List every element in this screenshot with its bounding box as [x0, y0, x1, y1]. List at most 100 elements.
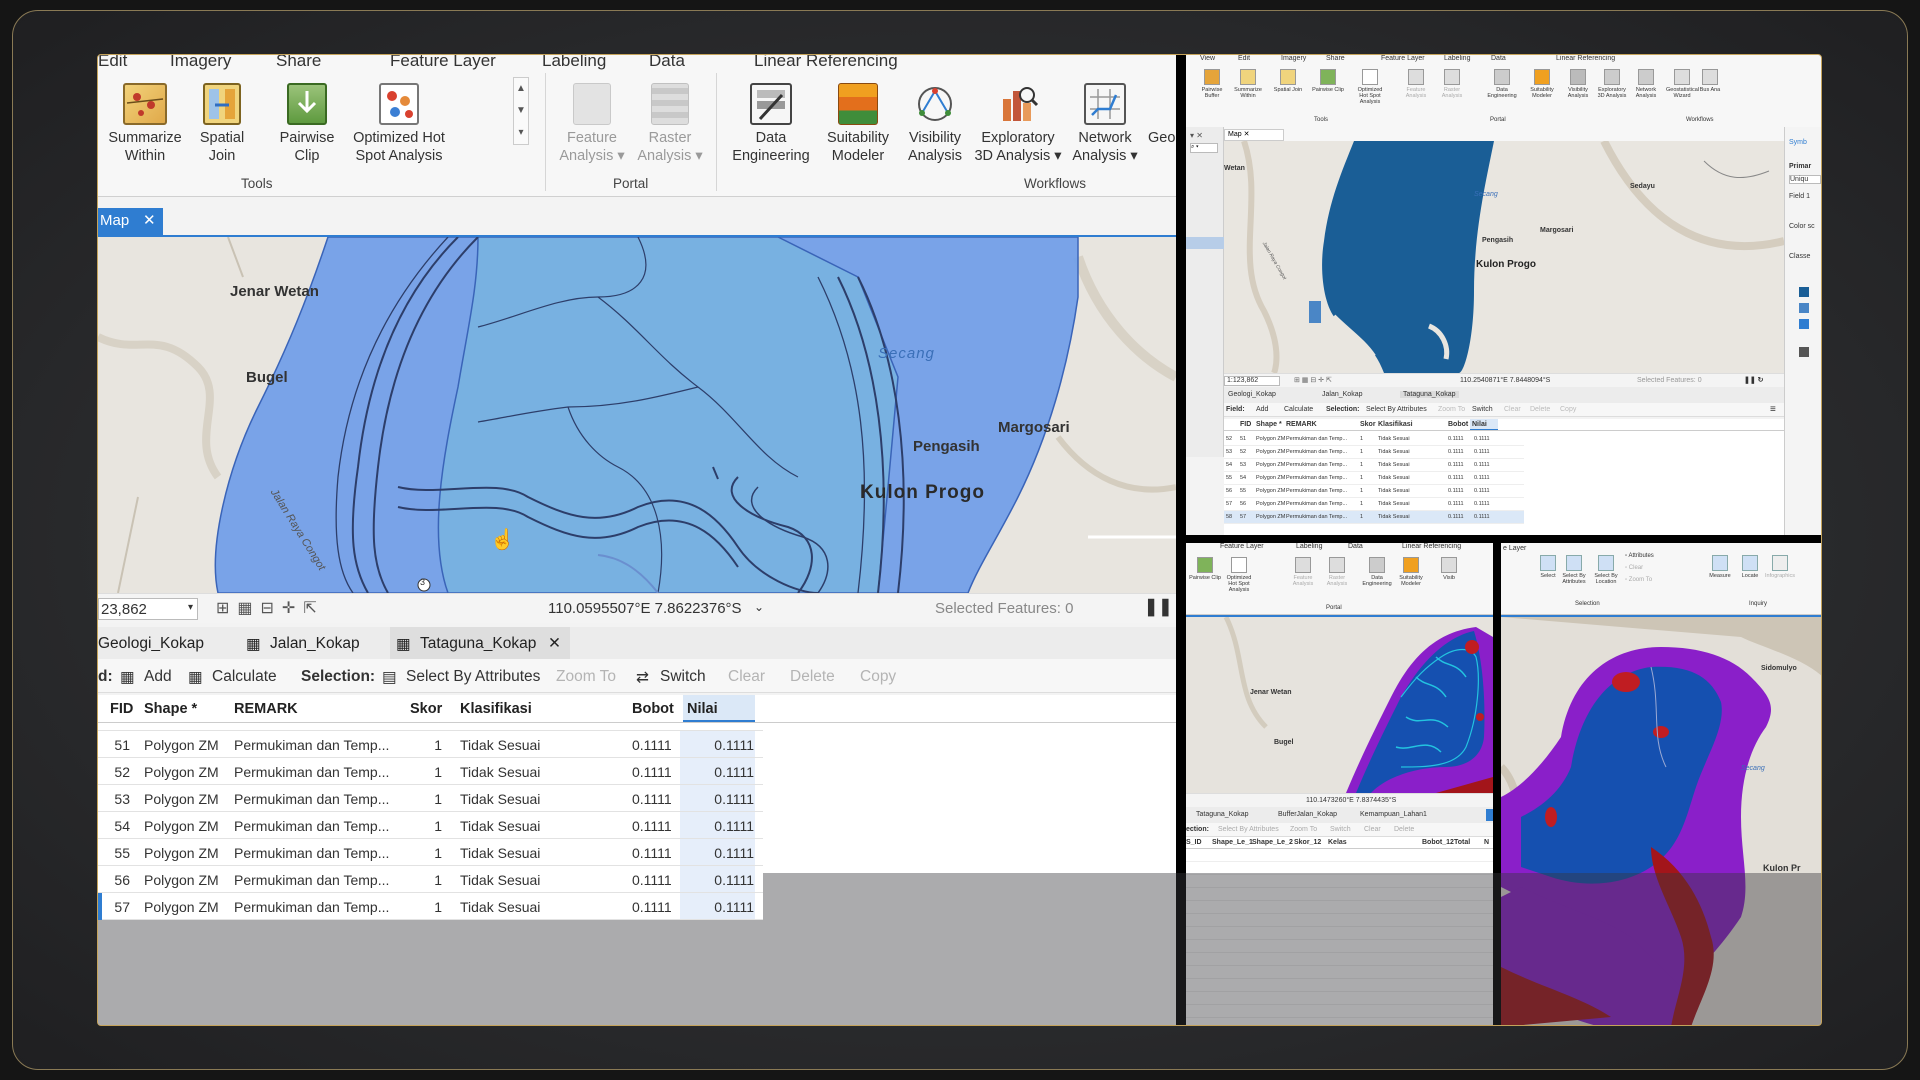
tr-table-cell[interactable]: Polygon ZM — [1256, 501, 1285, 507]
tr-tab-map[interactable]: Map ✕ — [1224, 129, 1284, 141]
tr-tool-button[interactable]: Optimized Hot Spot Analysis — [1354, 69, 1386, 105]
tr-delete[interactable]: Delete — [1530, 406, 1550, 413]
tr-table-cell[interactable]: 0.1111 — [1448, 449, 1464, 455]
cell-remark[interactable]: Permukiman dan Temp... — [234, 845, 389, 861]
tr-col-skor[interactable]: Skor — [1360, 421, 1376, 428]
tr-table-cell[interactable]: 0.1111 — [1448, 462, 1464, 468]
tr-table-row[interactable]: 54 53 Polygon ZM Permukiman dan Temp... 1 Tid… — [1224, 459, 1524, 472]
br-tool-button[interactable]: Measure — [1705, 555, 1735, 579]
tr-table-tab-jalan[interactable]: Jalan_Kokap — [1322, 391, 1362, 398]
tab-share[interactable]: Share — [276, 55, 321, 71]
cell-fid[interactable]: 52 — [110, 764, 130, 780]
cell-bobot[interactable]: 0.1111 — [632, 899, 672, 915]
bm-tab-feature-layer[interactable]: Feature Layer — [1220, 543, 1264, 550]
tr-tool-button[interactable]: Pairwise Clip — [1312, 69, 1344, 93]
tr-table-cell[interactable]: 0.1111 — [1474, 449, 1490, 455]
br-tool-button[interactable]: Select By Attributes — [1559, 555, 1589, 585]
tr-table-cell[interactable]: 0.1111 — [1448, 475, 1464, 481]
tr-table-cell[interactable]: 56 — [1226, 488, 1232, 494]
tr-table-cell[interactable]: 0.1111 — [1474, 462, 1490, 468]
bm-col-bobot-12[interactable]: Bobot_12 — [1422, 839, 1454, 846]
tr-table-cell[interactable]: 57 — [1240, 514, 1246, 520]
cell-skor[interactable]: 1 — [416, 845, 442, 861]
table-row[interactable]: 54 Polygon ZM Permukiman dan Temp... 1 Tidak… — [98, 812, 763, 839]
map-view[interactable]: Jenar Wetan Bugel Secang Margosari Penga… — [98, 237, 1176, 593]
cell-remark[interactable]: Permukiman dan Temp... — [234, 791, 389, 807]
cell-nilai[interactable]: 0.1111 — [684, 737, 754, 753]
cell-remark[interactable]: Permukiman dan Temp... — [234, 818, 389, 834]
tr-table-cell[interactable]: Permukiman dan Temp... — [1286, 436, 1347, 442]
cell-shape[interactable]: Polygon ZM — [144, 899, 219, 915]
tr-table-cell[interactable]: Tidak Sesuai — [1378, 488, 1410, 494]
table-row[interactable]: 53 Polygon ZM Permukiman dan Temp... 1 Tidak… — [98, 785, 763, 812]
bm-tool-button[interactable]: Feature Analysis — [1286, 557, 1320, 587]
cell-bobot[interactable]: 0.1111 — [632, 764, 672, 780]
column-remark[interactable]: REMARK — [234, 701, 298, 717]
bm-tool-button[interactable]: Suitability Modeler — [1394, 557, 1428, 587]
tr-add-button[interactable]: Add — [1256, 406, 1268, 413]
tr-table-cell[interactable]: 1 — [1360, 449, 1363, 455]
tr-table-cell[interactable]: 54 — [1226, 462, 1232, 468]
cell-bobot[interactable]: 0.1111 — [632, 818, 672, 834]
tr-table-cell[interactable]: Tidak Sesuai — [1378, 462, 1410, 468]
br-tool-button[interactable]: Select By Location — [1591, 555, 1621, 585]
switch-button[interactable]: Switch — [660, 668, 706, 686]
bm-col-sid[interactable]: S_ID — [1186, 839, 1202, 846]
bm-table-tab-kemampuan[interactable]: Kemampuan_Lahan1 — [1360, 811, 1427, 818]
tr-zoom-to[interactable]: Zoom To — [1438, 406, 1465, 413]
bm-switch[interactable]: Switch — [1330, 826, 1351, 833]
tab-feature-layer[interactable]: Feature Layer — [390, 55, 496, 71]
tr-table-cell[interactable]: Tidak Sesuai — [1378, 475, 1410, 481]
table-tab-jalan[interactable]: Jalan_Kokap — [270, 635, 360, 653]
br-tool-button[interactable]: Locate — [1735, 555, 1765, 579]
tr-table-cell[interactable]: Tidak Sesuai — [1378, 514, 1410, 520]
add-field-button[interactable]: Add — [144, 668, 172, 686]
bm-table-tab-tataguna[interactable]: Tataguna_Kokap — [1196, 811, 1249, 818]
tr-col-bobot[interactable]: Bobot — [1448, 421, 1468, 428]
tab-imagery[interactable]: Imagery — [170, 55, 231, 71]
cell-nilai[interactable]: 0.1111 — [684, 899, 754, 915]
cell-klas[interactable]: Tidak Sesuai — [460, 737, 540, 753]
bm-zoom-to[interactable]: Zoom To — [1290, 826, 1317, 833]
tr-table-cell[interactable]: 55 — [1226, 475, 1232, 481]
tr-tab-edit[interactable]: Edit — [1238, 55, 1250, 62]
exploratory-3d-button[interactable]: Exploratory 3D Analysis ▾ — [972, 83, 1064, 165]
tr-tool-button[interactable]: Summarize Within — [1232, 69, 1264, 99]
cell-fid[interactable]: 53 — [110, 791, 130, 807]
cell-skor[interactable]: 1 — [416, 818, 442, 834]
table-row[interactable]: 52 Polygon ZM Permukiman dan Temp... 1 Tidak… — [98, 758, 763, 785]
tr-status-tool-icons[interactable]: ⊞ ▦ ⊟ ✛ ⇱ — [1294, 376, 1332, 384]
tr-col-fid[interactable]: FID — [1240, 421, 1251, 428]
cell-remark[interactable]: Permukiman dan Temp... — [234, 899, 389, 915]
bm-delete[interactable]: Delete — [1394, 826, 1414, 833]
pause-icon[interactable]: ❚❚ ↻ — [1744, 376, 1764, 384]
tr-map-view[interactable]: Wetan Secang Sedayu Pengasih Margosari K… — [1224, 141, 1784, 373]
bm-tool-button[interactable]: Data Engineering — [1360, 557, 1394, 587]
optimized-hot-spot-button[interactable]: Optimized Hot Spot Analysis — [351, 83, 447, 165]
menu-icon[interactable]: ≡ — [1770, 404, 1776, 415]
cell-nilai[interactable]: 0.1111 — [684, 845, 754, 861]
clear-button[interactable]: Clear — [728, 668, 765, 686]
tr-table-cell[interactable]: Tidak Sesuai — [1378, 501, 1410, 507]
cell-shape[interactable]: Polygon ZM — [144, 764, 219, 780]
br-map-view[interactable]: Sidomulyo Secang Kulon Pr — [1501, 617, 1821, 1025]
cell-nilai[interactable]: 0.1111 — [684, 764, 754, 780]
tr-table-cell[interactable]: 0.1111 — [1474, 501, 1490, 507]
tr-table-cell[interactable]: 0.1111 — [1474, 514, 1490, 520]
bm-col-n[interactable]: N — [1484, 839, 1489, 846]
tr-table-cell[interactable]: 53 — [1240, 462, 1246, 468]
tr-table-cell[interactable]: 57 — [1226, 501, 1232, 507]
tr-table-cell[interactable]: Polygon ZM — [1256, 475, 1285, 481]
visibility-analysis-button[interactable]: Visibility Analysis — [902, 83, 968, 165]
tr-tool-button[interactable]: Pairwise Buffer — [1196, 69, 1228, 99]
tr-table-cell[interactable]: 1 — [1360, 488, 1363, 494]
summarize-within-button[interactable]: Summarize Within — [104, 83, 186, 165]
tr-table-row[interactable]: 53 52 Polygon ZM Permukiman dan Temp... 1 Tid… — [1224, 446, 1524, 459]
tr-table-cell[interactable]: 1 — [1360, 501, 1363, 507]
tr-table-cell[interactable]: Polygon ZM — [1256, 449, 1285, 455]
tr-table-tab-tataguna[interactable]: Tataguna_Kokap — [1400, 391, 1459, 398]
bm-tool-button[interactable]: Pairwise Clip — [1188, 557, 1222, 581]
tr-table-cell[interactable]: Tidak Sesuai — [1378, 436, 1410, 442]
bm-select-by-attributes[interactable]: Select By Attributes — [1218, 826, 1279, 833]
data-engineering-button[interactable]: Data Engineering — [730, 83, 812, 165]
